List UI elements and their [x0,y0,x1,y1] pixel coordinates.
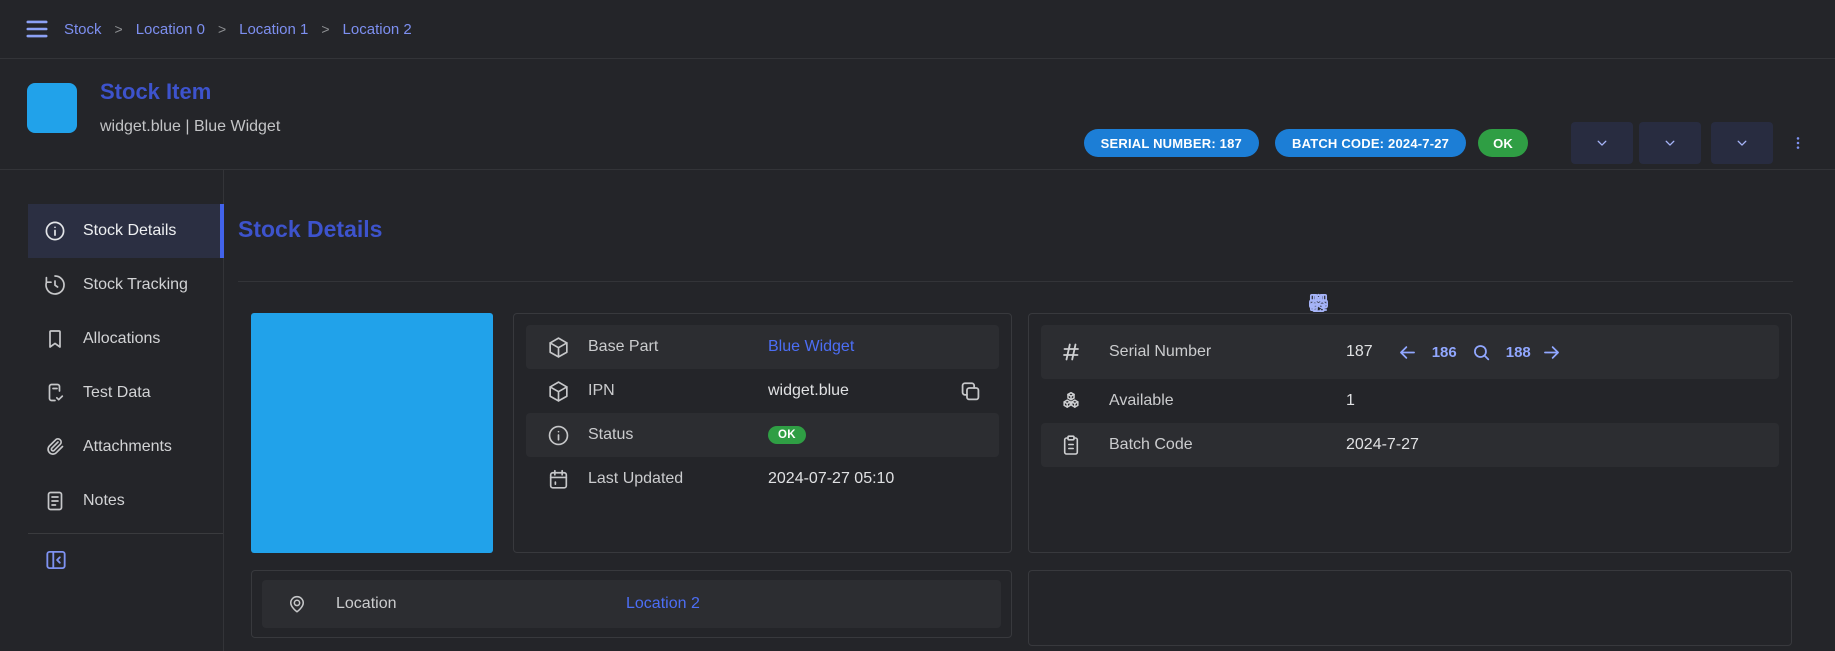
sidebar-item-test-data[interactable]: Test Data [28,366,223,420]
part-thumbnail[interactable] [27,83,77,133]
bookmark-icon [43,327,67,351]
kebab-menu-icon [1790,130,1806,156]
package-icon [546,379,571,404]
arrow-left-icon[interactable] [1397,342,1418,363]
map-pin-icon [286,593,308,615]
hamburger-menu-icon[interactable] [24,16,50,42]
stock-item-page: Stock > Location 0 > Location 1 > Locati… [0,0,1835,651]
breadcrumb-separator: > [321,21,329,37]
sidebar-item-label: Attachments [83,438,172,456]
available-value: 1 [1346,392,1355,410]
detail-label: Available [1109,392,1346,410]
clipboard-icon [1059,433,1083,457]
breadcrumb-separator: > [115,21,123,37]
breadcrumb-link-location-0[interactable]: Location 0 [136,21,205,38]
chevron-down-icon [1735,136,1749,150]
sidebar-item-stock-details[interactable]: Stock Details [28,204,223,258]
stock-operations-button[interactable] [1711,122,1773,164]
sidebar-item-label: Stock Details [83,222,176,240]
info-circle-icon [546,423,571,448]
section-divider [238,281,1793,282]
notes-icon [43,489,67,513]
calendar-icon [546,467,571,492]
status-ok-badge: OK [1478,129,1528,157]
serial-navigation: 186 188 [1373,342,1562,363]
main-panel: Stock Details Base Part Blue Widget IPN … [223,169,1835,651]
sidebar: Stock Details Stock Tracking Allocations… [0,169,224,651]
sidebar-item-notes[interactable]: Notes [28,474,223,528]
base-part-link[interactable]: Blue Widget [768,338,854,356]
status-ok-badge: OK [768,426,806,444]
detail-row-status: Status OK [526,413,999,457]
top-navbar: Stock > Location 0 > Location 1 > Locati… [0,0,1835,59]
batch-code-value: 2024-7-27 [1346,436,1419,454]
sidebar-item-allocations[interactable]: Allocations [28,312,223,366]
previous-serial-link[interactable]: 186 [1432,344,1457,361]
location-card: Location Location 2 [251,570,1012,638]
paperclip-icon [43,435,67,459]
title-block: Stock Item widget.blue | Blue Widget [100,79,280,136]
history-icon [43,273,67,297]
page-header: Stock Item widget.blue | Blue Widget SER… [0,58,1835,170]
hash-icon [1059,340,1083,364]
detail-row-serial-number: Serial Number 187 186 188 [1041,325,1779,379]
part-image[interactable] [251,313,493,553]
detail-row-batch-code: Batch Code 2024-7-27 [1041,423,1779,467]
section-heading: Stock Details [238,216,382,243]
info-circle-icon [43,219,67,243]
packages-icon [1059,389,1083,413]
last-updated-value: 2024-07-27 05:10 [768,470,894,488]
serial-number-value: 187 [1346,343,1373,361]
file-check-icon [43,381,67,405]
detail-row-base-part: Base Part Blue Widget [526,325,999,369]
next-serial-link[interactable]: 188 [1506,344,1531,361]
batch-code-badge: BATCH CODE: 2024-7-27 [1275,129,1466,157]
detail-label: Serial Number [1109,343,1346,361]
breadcrumb: Stock > Location 0 > Location 1 > Locati… [64,21,412,38]
search-icon[interactable] [1471,342,1492,363]
page-title: Stock Item [100,79,280,105]
location-link[interactable]: Location 2 [626,595,700,613]
copy-icon[interactable] [958,379,983,404]
barcode-actions-button[interactable] [1571,122,1633,164]
print-actions-button[interactable] [1639,122,1701,164]
sidebar-collapse-icon[interactable] [43,547,69,573]
chevron-down-icon [1595,136,1609,150]
ipn-value: widget.blue [768,382,849,400]
detail-row-last-updated: Last Updated 2024-07-27 05:10 [526,457,999,501]
chevron-down-icon [1663,136,1677,150]
page-subtitle: widget.blue | Blue Widget [100,118,280,136]
detail-row-available: Available 1 [1041,379,1779,423]
breadcrumb-link-location-1[interactable]: Location 1 [239,21,308,38]
serial-number-badge: SERIAL NUMBER: 187 [1084,129,1259,157]
sidebar-item-attachments[interactable]: Attachments [28,420,223,474]
part-details-card: Base Part Blue Widget IPN widget.blue St… [513,313,1012,553]
sidebar-item-label: Stock Tracking [83,276,188,294]
sidebar-item-stock-tracking[interactable]: Stock Tracking [28,258,223,312]
detail-row-ipn: IPN widget.blue [526,369,999,413]
detail-label: Last Updated [588,470,768,488]
more-options-button[interactable] [1790,130,1806,156]
detail-label: Base Part [588,338,768,356]
breadcrumb-separator: > [218,21,226,37]
sidebar-item-label: Test Data [83,384,151,402]
detail-label: IPN [588,382,768,400]
empty-details-card [1028,570,1792,646]
header-actions: SERIAL NUMBER: 187 BATCH CODE: 2024-7-27… [1084,122,1806,164]
breadcrumb-link-stock[interactable]: Stock [64,21,102,38]
sidebar-item-label: Allocations [83,330,160,348]
detail-label: Status [588,426,768,444]
package-icon [546,335,571,360]
breadcrumb-link-location-2[interactable]: Location 2 [343,21,412,38]
detail-row-location: Location Location 2 [262,580,1001,628]
detail-label: Location [336,595,626,613]
sidebar-item-label: Notes [83,492,125,510]
detail-label: Batch Code [1109,436,1346,454]
arrow-right-icon[interactable] [1541,342,1562,363]
sidebar-divider [28,533,223,534]
stock-details-card: Serial Number 187 186 188 Available 1 Ba… [1028,313,1792,553]
